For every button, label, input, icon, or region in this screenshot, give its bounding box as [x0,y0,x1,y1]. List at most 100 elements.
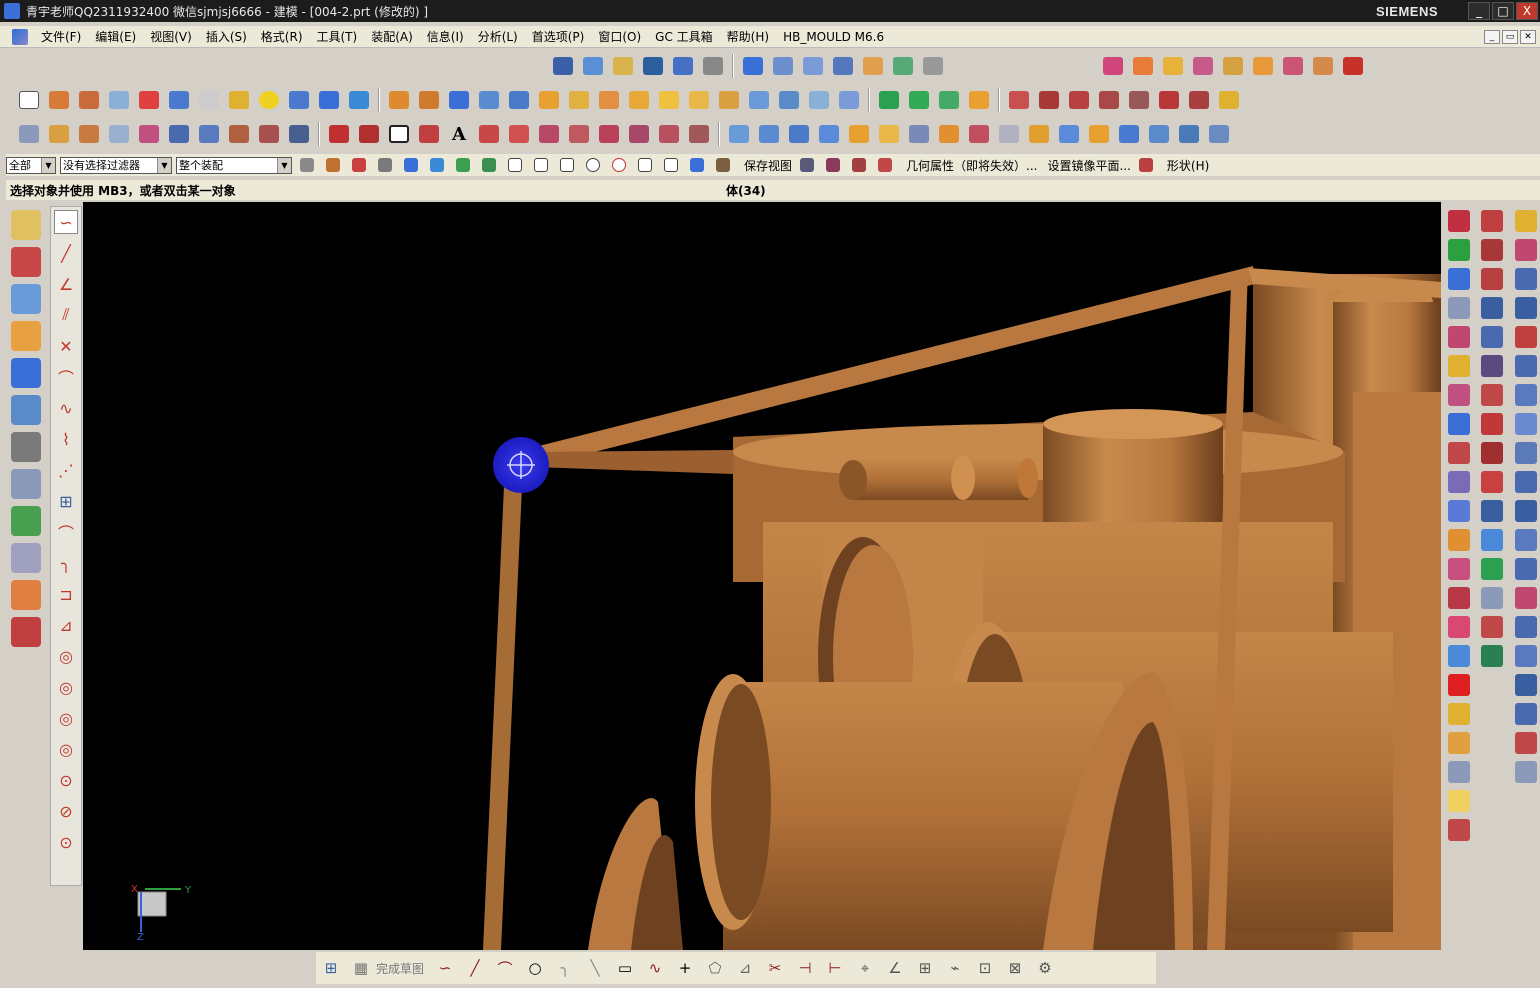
split-body-icon[interactable] [505,87,533,113]
move-face-icon[interactable] [1145,121,1173,147]
maximize-button[interactable]: □ [1492,2,1514,20]
mould-layout-icon[interactable] [1249,53,1277,79]
assembly-nav-icon[interactable] [11,210,41,240]
mold-plate-icon[interactable] [1515,761,1537,783]
filter-settings-icon[interactable] [297,152,317,178]
circle-tangent-icon[interactable]: ◎ [54,706,78,730]
replace-face-icon[interactable] [1115,121,1143,147]
bridge-icon[interactable] [1095,87,1123,113]
corner-icon[interactable] [1481,384,1503,406]
transform-icon[interactable] [685,121,713,147]
iso-view-icon[interactable] [829,53,857,79]
mold-sleeve-icon[interactable] [1515,442,1537,464]
line-icon[interactable]: ╱ [54,241,78,265]
offset-curve-icon[interactable]: ⬠ [702,956,728,980]
shift-icon[interactable] [1481,645,1503,667]
tube-icon[interactable] [105,87,133,113]
view-settings-icon[interactable] [823,152,843,178]
mold-pin-icon[interactable] [1515,268,1537,290]
mdi-minimize-button[interactable]: _ [1484,29,1500,44]
view-list-icon[interactable] [713,152,733,178]
section-curve-icon[interactable] [1215,87,1243,113]
delete-face-icon[interactable] [1085,121,1113,147]
offset-curve-icon[interactable] [1155,87,1183,113]
history-icon[interactable] [11,395,41,425]
geom-tool-icon[interactable] [875,152,895,178]
diagonal-icon[interactable] [1481,413,1503,435]
refresh-icon[interactable] [1481,616,1503,638]
cylinder-icon[interactable] [285,87,313,113]
polygon-circle-icon[interactable]: ⊙ [54,768,78,792]
arc-icon[interactable]: ⌒ [492,956,518,980]
spiral-icon[interactable] [1481,471,1503,493]
burst-icon[interactable] [1481,529,1503,551]
reuse-library-icon[interactable] [11,321,41,351]
shell-icon[interactable] [565,87,593,113]
mold-seven-icon[interactable] [1515,297,1537,319]
quick-trim-icon[interactable]: ✂ [762,956,788,980]
intersect-curve-icon[interactable] [1185,87,1213,113]
rect-select-icon[interactable] [375,152,395,178]
circle-icon[interactable]: ○ [522,956,548,980]
mdi-close-button[interactable]: ✕ [1520,29,1536,44]
mould-base-icon[interactable] [1339,53,1367,79]
finish-sketch-label[interactable]: 完成草图 [376,960,424,977]
edit-frame-icon[interactable] [1448,558,1470,580]
point-icon[interactable]: + [672,956,698,980]
hole-icon[interactable] [135,87,163,113]
split-icon[interactable] [595,121,623,147]
resize-face-icon[interactable] [1175,121,1203,147]
dimension-icon[interactable] [285,121,313,147]
auto-constrain-icon[interactable]: ⌁ [942,956,968,980]
edit-feature-icon[interactable] [45,121,73,147]
hatch-icon[interactable] [1448,471,1470,493]
pocket-icon[interactable] [195,87,223,113]
boss-icon[interactable] [165,87,193,113]
show-constraints-icon[interactable]: ⊞ [912,956,938,980]
snap-line-icon[interactable] [505,152,525,178]
sketch-icon[interactable]: ⊞ [318,956,344,980]
system-scenes-icon[interactable] [11,617,41,647]
box-icon[interactable] [1448,819,1470,841]
intersect-icon[interactable] [445,87,473,113]
trim-body-icon[interactable] [475,87,503,113]
profile-icon[interactable]: ∽ [432,956,458,980]
wrap-icon[interactable] [535,121,563,147]
face-blend-icon[interactable] [1055,121,1083,147]
stretch-icon[interactable] [655,121,683,147]
mold-runner-icon[interactable] [1515,529,1537,551]
perpendicular-icon[interactable]: ✕ [54,334,78,358]
snap-on-curve-icon[interactable] [661,152,681,178]
type-filter-select[interactable]: 全部 ▼ [6,156,56,174]
finish-sketch-icon[interactable]: ▦ [348,956,374,980]
mould-workpiece-icon[interactable] [1219,53,1247,79]
rotate-icon[interactable] [639,53,667,79]
arc-center-icon[interactable]: ⊘ [54,799,78,823]
measure-icon[interactable] [255,121,283,147]
mould-part-icon[interactable] [1129,53,1157,79]
blob-icon[interactable] [505,121,533,147]
revolve-icon[interactable] [75,87,103,113]
table-icon[interactable] [1448,500,1470,522]
mold-stop-icon[interactable] [1515,703,1537,725]
circle-3pt-icon[interactable]: ◎ [54,675,78,699]
mould-shrink-icon[interactable] [1189,53,1217,79]
mold-bushing-icon[interactable] [1515,616,1537,638]
trim-sheet-icon[interactable] [965,121,993,147]
explode-icon[interactable] [1448,326,1470,348]
extension-icon[interactable] [905,121,933,147]
extrude-icon[interactable] [45,87,73,113]
thicken-sheet-icon[interactable] [1025,121,1053,147]
circle-icon[interactable]: ◎ [54,644,78,668]
arc-icon[interactable] [355,121,383,147]
scope-select[interactable]: 整个装配 ▼ [176,156,292,174]
close-button[interactable]: X [1516,2,1538,20]
mold-ejector-icon[interactable] [1515,413,1537,435]
select-icon[interactable] [105,121,133,147]
polygon-icon[interactable] [415,121,443,147]
spline-icon[interactable]: ∿ [54,396,78,420]
mould-parting-icon[interactable] [1309,53,1337,79]
arrange-icon[interactable] [1448,297,1470,319]
offset-surface-icon[interactable] [935,121,963,147]
snap-on-face-icon[interactable] [687,152,707,178]
